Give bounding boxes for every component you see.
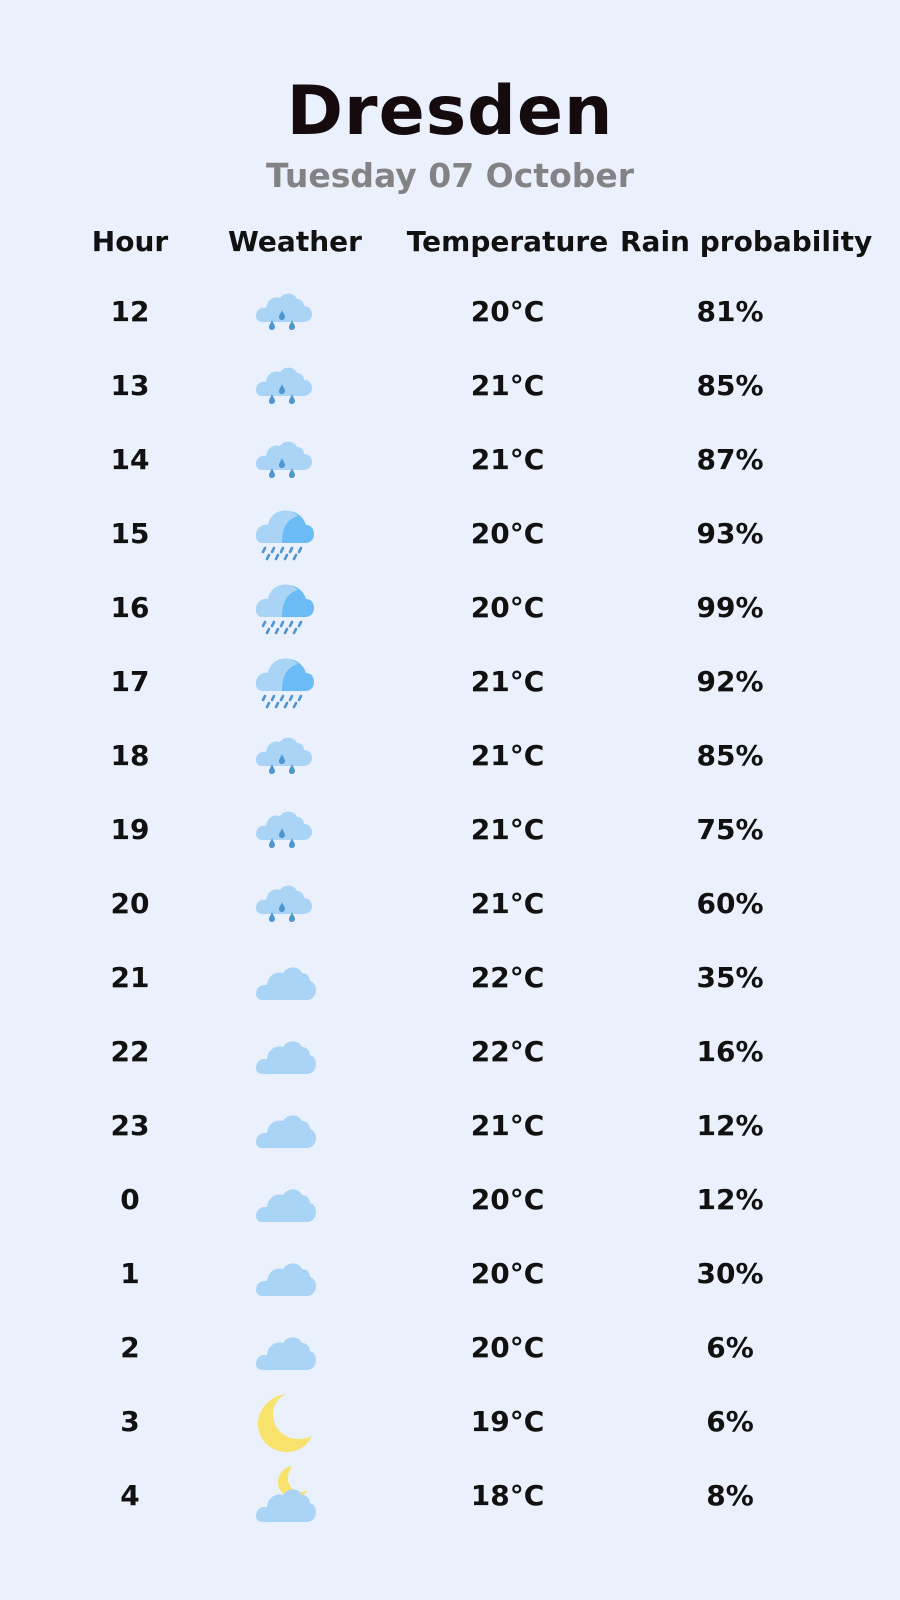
rain-probability-cell: 8% — [706, 1479, 754, 1512]
temperature-cell: 22°C — [470, 961, 545, 994]
cloud-icon — [252, 1020, 318, 1084]
light-rain-cloud-icon — [252, 872, 318, 936]
hour-cell: 1 — [120, 1257, 140, 1290]
rain-probability-cell: 99% — [696, 591, 764, 624]
temperature-cell: 20°C — [470, 1331, 545, 1364]
rain-probability-cell: 75% — [696, 813, 764, 846]
table-header-row: Hour Weather Temperature Rain probabilit… — [0, 220, 900, 264]
rain-probability-cell: 81% — [696, 295, 764, 328]
forecast-row: 22 22°C 16% — [0, 1015, 900, 1089]
forecast-row: 1 20°C 30% — [0, 1237, 900, 1311]
light-rain-cloud-icon — [252, 724, 318, 788]
cloud-icon — [252, 1316, 318, 1380]
forecast-row: 17 21°C 92% — [0, 645, 900, 719]
hourly-forecast-table: 12 20°C 81% 13 21°C 85% 14 21°C 87% 15 20°C 93% 16 20… — [0, 275, 900, 1533]
forecast-row: 13 21°C 85% — [0, 349, 900, 423]
heavy-rain-cloud-icon — [252, 502, 318, 566]
rain-probability-cell: 60% — [696, 887, 764, 920]
column-header-temperature: Temperature — [406, 225, 609, 258]
temperature-cell: 21°C — [470, 887, 545, 920]
light-rain-cloud-icon — [252, 428, 318, 492]
rain-probability-cell: 16% — [696, 1035, 764, 1068]
forecast-row: 4 18°C 8% — [0, 1459, 900, 1533]
forecast-row: 12 20°C 81% — [0, 275, 900, 349]
forecast-row: 18 21°C 85% — [0, 719, 900, 793]
column-header-rain-probability: Rain probability — [620, 225, 873, 258]
forecast-row: 19 21°C 75% — [0, 793, 900, 867]
temperature-cell: 21°C — [470, 739, 545, 772]
temperature-cell: 20°C — [470, 517, 545, 550]
heavy-rain-cloud-icon — [252, 576, 318, 640]
hour-cell: 18 — [110, 739, 150, 772]
light-rain-cloud-icon — [252, 354, 318, 418]
hour-cell: 23 — [110, 1109, 150, 1142]
temperature-cell: 21°C — [470, 443, 545, 476]
forecast-row: 15 20°C 93% — [0, 497, 900, 571]
hour-cell: 15 — [110, 517, 150, 550]
forecast-row: 16 20°C 99% — [0, 571, 900, 645]
forecast-row: 20 21°C 60% — [0, 867, 900, 941]
rain-probability-cell: 93% — [696, 517, 764, 550]
rain-probability-cell: 6% — [706, 1405, 754, 1438]
temperature-cell: 21°C — [470, 813, 545, 846]
temperature-cell: 21°C — [470, 369, 545, 402]
rain-probability-cell: 85% — [696, 739, 764, 772]
heavy-rain-cloud-icon — [252, 650, 318, 714]
hour-cell: 0 — [120, 1183, 140, 1216]
forecast-date: Tuesday 07 October — [265, 156, 635, 195]
light-rain-cloud-icon — [252, 280, 318, 344]
rain-probability-cell: 92% — [696, 665, 764, 698]
rain-probability-cell: 12% — [696, 1183, 764, 1216]
hour-cell: 21 — [110, 961, 150, 994]
hour-cell: 19 — [110, 813, 150, 846]
hour-cell: 20 — [110, 887, 150, 920]
cloud-icon — [252, 1242, 318, 1306]
column-header-hour: Hour — [91, 225, 169, 258]
rain-probability-cell: 12% — [696, 1109, 764, 1142]
rain-probability-cell: 87% — [696, 443, 764, 476]
rain-probability-cell: 30% — [696, 1257, 764, 1290]
temperature-cell: 20°C — [470, 1257, 545, 1290]
temperature-cell: 22°C — [470, 1035, 545, 1068]
temperature-cell: 18°C — [470, 1479, 545, 1512]
temperature-cell: 20°C — [470, 295, 545, 328]
forecast-row: 23 21°C 12% — [0, 1089, 900, 1163]
hour-cell: 16 — [110, 591, 150, 624]
moon-cloud-icon — [252, 1464, 318, 1528]
temperature-cell: 19°C — [470, 1405, 545, 1438]
cloud-icon — [252, 946, 318, 1010]
hour-cell: 13 — [110, 369, 150, 402]
rain-probability-cell: 6% — [706, 1331, 754, 1364]
hour-cell: 3 — [120, 1405, 140, 1438]
temperature-cell: 20°C — [470, 1183, 545, 1216]
hour-cell: 12 — [110, 295, 150, 328]
forecast-row: 14 21°C 87% — [0, 423, 900, 497]
city-title: Dresden — [286, 72, 614, 151]
rain-probability-cell: 85% — [696, 369, 764, 402]
forecast-row: 2 20°C 6% — [0, 1311, 900, 1385]
temperature-cell: 20°C — [470, 591, 545, 624]
moon-icon — [252, 1390, 318, 1454]
forecast-row: 3 19°C 6% — [0, 1385, 900, 1459]
temperature-cell: 21°C — [470, 665, 545, 698]
forecast-row: 0 20°C 12% — [0, 1163, 900, 1237]
hour-cell: 4 — [120, 1479, 140, 1512]
column-header-weather: Weather — [228, 225, 362, 258]
hour-cell: 17 — [110, 665, 150, 698]
hour-cell: 2 — [120, 1331, 140, 1364]
light-rain-cloud-icon — [252, 798, 318, 862]
temperature-cell: 21°C — [470, 1109, 545, 1142]
forecast-row: 21 22°C 35% — [0, 941, 900, 1015]
cloud-icon — [252, 1094, 318, 1158]
hour-cell: 22 — [110, 1035, 150, 1068]
cloud-icon — [252, 1168, 318, 1232]
rain-probability-cell: 35% — [696, 961, 764, 994]
hour-cell: 14 — [110, 443, 150, 476]
